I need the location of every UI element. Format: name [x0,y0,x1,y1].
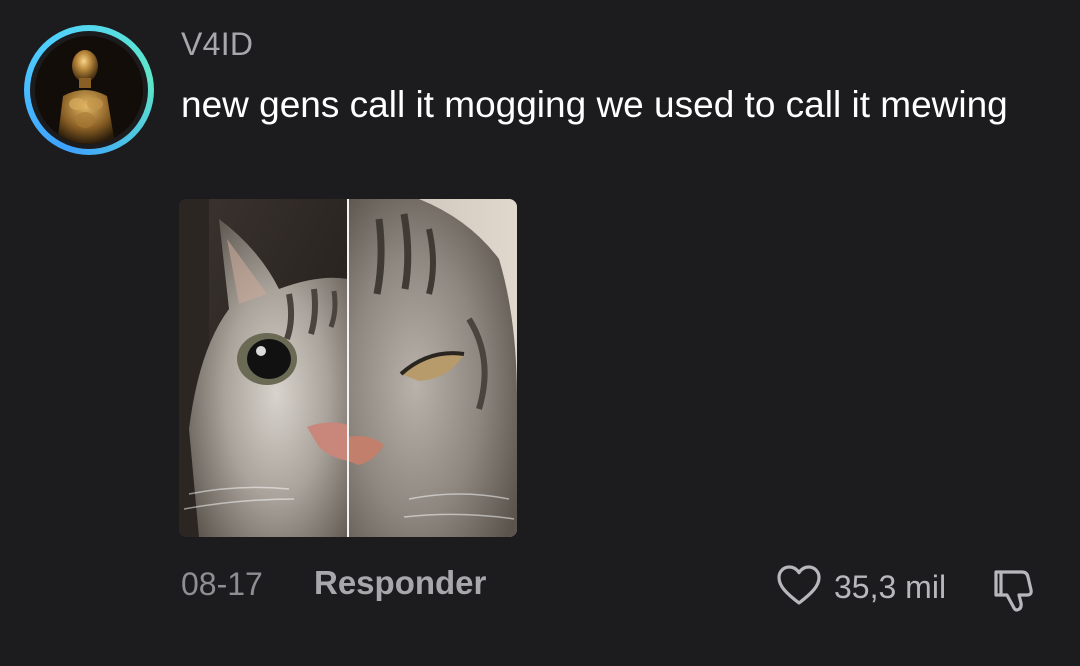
heart-outline-icon[interactable] [776,564,822,611]
username[interactable]: V4ID [181,26,253,63]
cat-split-image [179,199,517,537]
dislike-button[interactable] [992,564,1042,614]
comment-image[interactable] [179,199,517,537]
thumbs-down-outline-icon[interactable] [992,570,1042,618]
like-count: 35,3 mil [834,568,947,605]
comment-text: new gens call it mogging we used to call… [181,84,1008,125]
avatar-image [35,36,143,144]
comment-date: 08-17 [181,566,263,602]
comment-item: V4ID new gens call it mogging we used to… [0,0,1080,666]
avatar[interactable] [35,36,143,144]
avatar-ring[interactable] [24,25,154,155]
like-button[interactable]: 35,3 mil [776,562,946,612]
reply-button[interactable]: Responder [314,564,486,602]
